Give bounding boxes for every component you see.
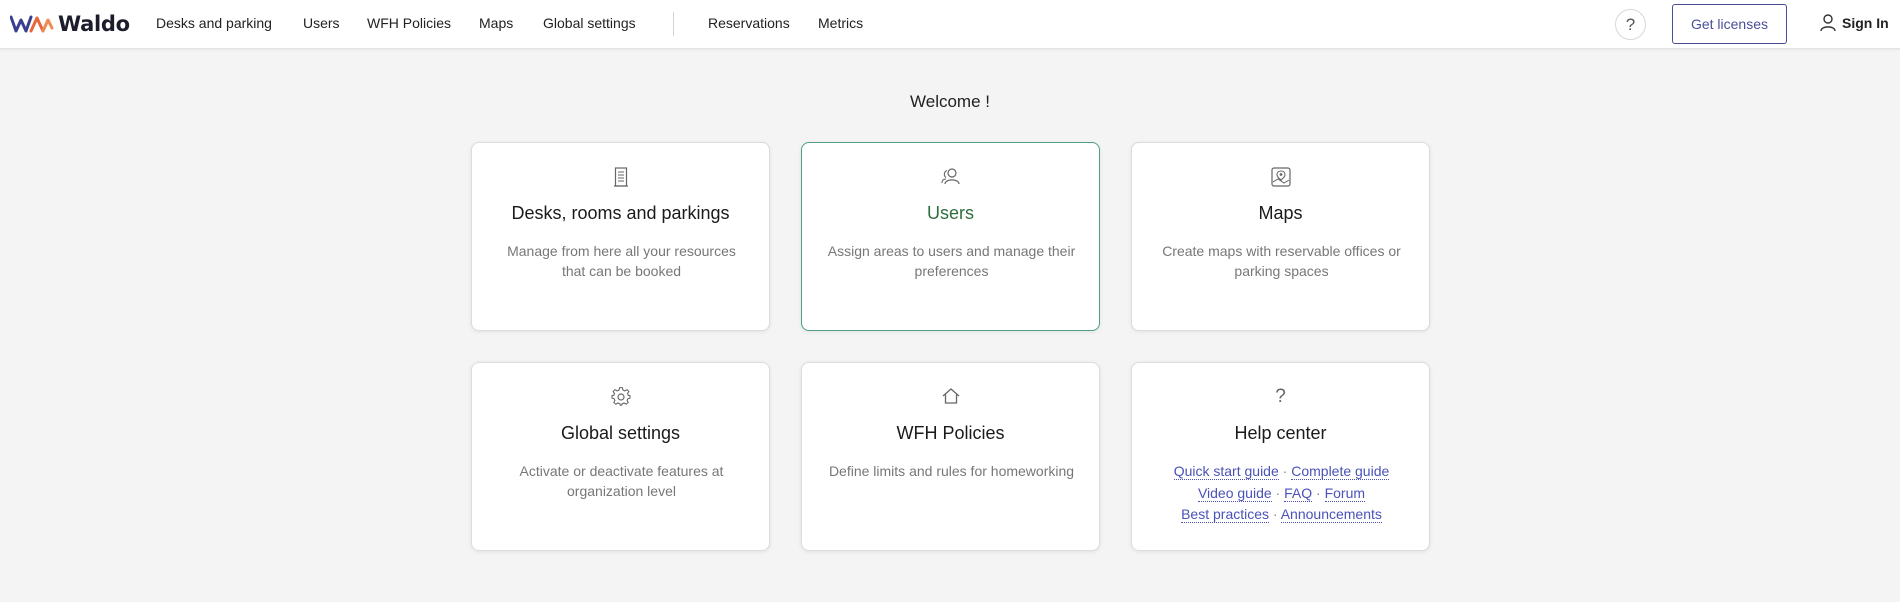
- card-description: Create maps with reservable offices or p…: [1162, 243, 1401, 279]
- card-title: Global settings: [560, 423, 681, 443]
- link-separator: ·: [1282, 463, 1288, 479]
- card-description: Manage from here all your resources that…: [507, 243, 736, 279]
- nav-wfh-policies[interactable]: WFH Policies: [367, 15, 451, 31]
- sign-in-button[interactable]: Sign In: [1820, 14, 1889, 32]
- link-complete-guide[interactable]: Complete guide: [1291, 463, 1390, 480]
- link-announcements[interactable]: Announcements: [1280, 506, 1382, 523]
- question-mark-icon: ?: [1275, 386, 1286, 407]
- help-button[interactable]: ?: [1615, 9, 1646, 40]
- link-forum[interactable]: Forum: [1324, 484, 1366, 502]
- welcome-heading: Welcome !: [910, 92, 990, 111]
- card-desks-rooms-parkings[interactable]: Desks, rooms and parkings Manage from he…: [471, 142, 770, 331]
- card-description: Activate or deactivate features at organ…: [519, 463, 724, 499]
- link-separator: ·: [1316, 484, 1321, 501]
- get-licenses-button[interactable]: Get licenses: [1672, 4, 1787, 44]
- top-navigation-bar: Waldo Desks and parking Users WFH Polici…: [0, 0, 1900, 49]
- nav-divider: [673, 12, 674, 36]
- nav-users[interactable]: Users: [303, 15, 340, 31]
- card-title: Users: [926, 203, 974, 223]
- card-description: Define limits and rules for homeworking: [828, 463, 1075, 479]
- sign-in-label: Sign In: [1842, 15, 1889, 31]
- card-help-center: ? Help center Quick start guide · Comple…: [1131, 362, 1430, 551]
- card-description: Assign areas to users and manage their p…: [827, 243, 1076, 279]
- question-mark-icon: ?: [1625, 14, 1636, 34]
- link-best-practices[interactable]: Best practices: [1181, 506, 1270, 523]
- card-title: WFH Policies: [896, 423, 1005, 443]
- card-users[interactable]: Users Assign areas to users and manage t…: [801, 142, 1100, 331]
- link-video-guide[interactable]: Video guide: [1197, 484, 1272, 502]
- link-separator: ·: [1272, 506, 1278, 522]
- users-icon: [940, 168, 960, 185]
- link-quick-start-guide[interactable]: Quick start guide: [1173, 463, 1279, 480]
- link-faq[interactable]: FAQ: [1284, 484, 1313, 502]
- nav-desks-and-parking[interactable]: Desks and parking: [156, 15, 272, 31]
- help-links: Quick start guide · Complete guide Video…: [1142, 461, 1421, 526]
- logo-wordmark: Waldo: [58, 12, 130, 36]
- waldo-logo-icon: [10, 15, 54, 33]
- card-wfh-policies[interactable]: WFH Policies Define limits and rules for…: [801, 362, 1100, 551]
- nav-global-settings[interactable]: Global settings: [543, 15, 636, 31]
- building-icon: [613, 167, 628, 187]
- nav-reservations[interactable]: Reservations: [708, 15, 790, 31]
- card-title: Help center: [1234, 423, 1327, 443]
- card-maps[interactable]: Maps Create maps with reservable offices…: [1131, 142, 1430, 331]
- card-title: Desks, rooms and parkings: [511, 203, 730, 223]
- card-title: Maps: [1258, 203, 1303, 223]
- link-separator: ·: [1275, 484, 1281, 501]
- home-icon: [942, 388, 959, 404]
- card-global-settings[interactable]: Global settings Activate or deactivate f…: [471, 362, 770, 551]
- waldo-logo[interactable]: Waldo: [10, 12, 130, 36]
- nav-metrics[interactable]: Metrics: [818, 15, 863, 31]
- user-icon: [1820, 14, 1836, 32]
- map-icon: [1270, 167, 1291, 187]
- nav-maps[interactable]: Maps: [479, 15, 513, 31]
- gear-icon: [610, 387, 631, 406]
